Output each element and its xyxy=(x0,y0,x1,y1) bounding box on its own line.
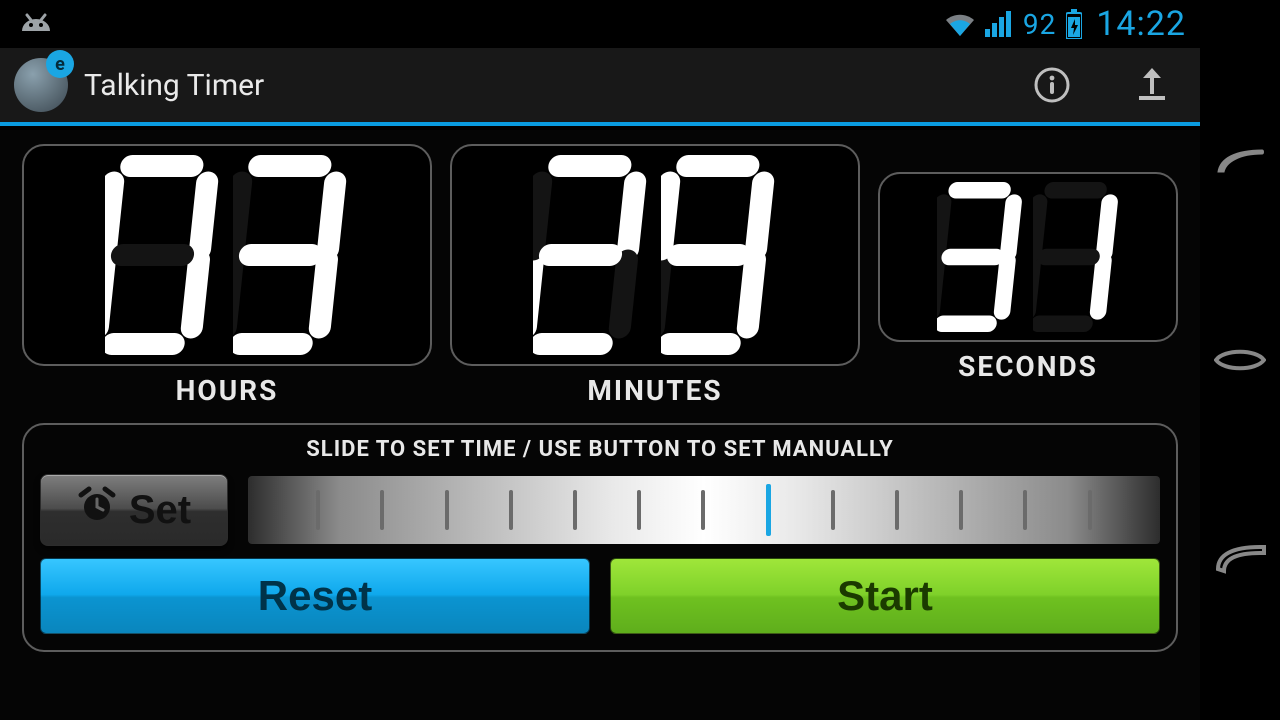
wifi-icon xyxy=(945,11,975,37)
back-nav-button[interactable] xyxy=(1208,128,1272,192)
set-button[interactable]: Set xyxy=(40,474,228,546)
slider-thumb[interactable] xyxy=(766,484,771,536)
status-clock: 14:22 xyxy=(1096,4,1186,44)
slider-hint: SLIDE TO SET TIME / USE BUTTON TO SET MA… xyxy=(40,437,1160,462)
info-button[interactable] xyxy=(1030,63,1074,107)
set-button-label: Set xyxy=(129,488,191,533)
home-nav-button[interactable] xyxy=(1208,328,1272,392)
app-title: Talking Timer xyxy=(84,68,264,103)
reset-button[interactable]: Reset xyxy=(40,558,590,634)
android-debug-icon xyxy=(14,9,58,39)
signal-icon xyxy=(985,11,1013,37)
battery-charging-icon xyxy=(1066,9,1082,39)
alarm-clock-icon xyxy=(77,485,117,535)
seconds-field[interactable]: SECONDS xyxy=(878,144,1178,407)
system-nav-bar xyxy=(1200,0,1280,720)
main-content: HOURS MINUTES SECONDS SLIDE TO SET TIME … xyxy=(0,130,1200,720)
app-icon xyxy=(14,58,68,112)
hours-label: HOURS xyxy=(176,374,279,407)
seconds-label: SECONDS xyxy=(958,350,1098,383)
share-button[interactable] xyxy=(1130,63,1174,107)
battery-percent: 92 xyxy=(1023,8,1056,41)
minutes-label: MINUTES xyxy=(587,374,722,407)
status-bar: 92 14:22 xyxy=(0,0,1200,48)
action-bar: Talking Timer xyxy=(0,48,1200,126)
recents-nav-button[interactable] xyxy=(1208,528,1272,592)
time-slider[interactable] xyxy=(248,476,1160,544)
set-panel: SLIDE TO SET TIME / USE BUTTON TO SET MA… xyxy=(22,423,1178,652)
minutes-field[interactable]: MINUTES xyxy=(450,144,860,407)
hours-field[interactable]: HOURS xyxy=(22,144,432,407)
start-button[interactable]: Start xyxy=(610,558,1160,634)
